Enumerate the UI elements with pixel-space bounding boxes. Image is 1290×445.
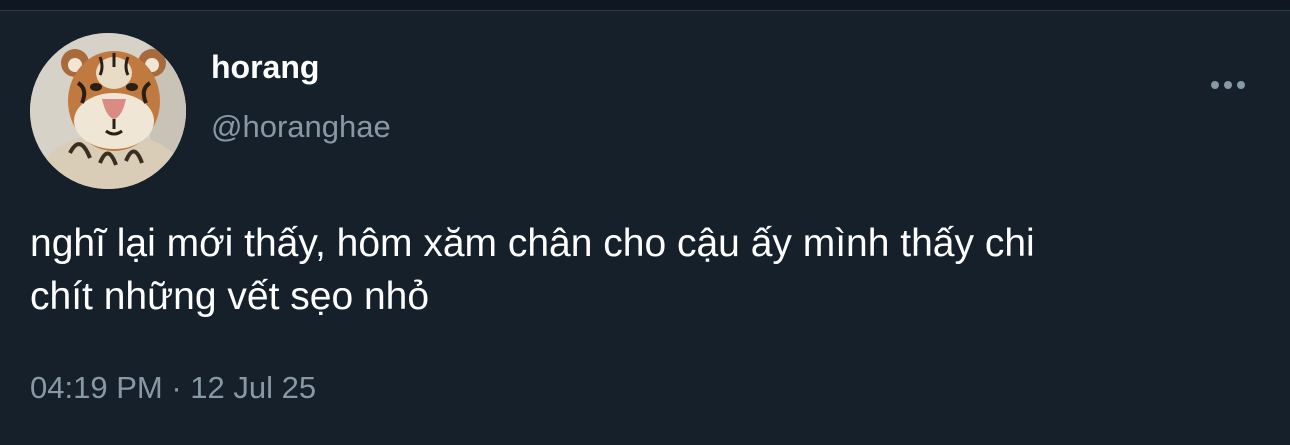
more-options-icon: [1211, 81, 1219, 89]
tweet-date: 12 Jul 25: [190, 370, 317, 405]
username-handle[interactable]: @horanghae: [211, 109, 391, 145]
display-name[interactable]: horang: [211, 49, 319, 85]
tweet-text-line: chít những vết sẹo nhỏ: [30, 275, 430, 318]
more-options-dot: [1224, 81, 1232, 89]
tweet-time: 04:19 PM: [30, 370, 163, 405]
avatar[interactable]: [30, 33, 186, 189]
top-divider: [0, 0, 1290, 11]
tweet-text: nghĩ lại mới thấy, hôm xăm chân cho cậu …: [30, 217, 1260, 323]
tweet-timestamp[interactable]: 04:19 PM · 12 Jul 25: [30, 370, 316, 406]
tweet-text-line: nghĩ lại mới thấy, hôm xăm chân cho cậu …: [30, 222, 1035, 265]
tiger-avatar-icon: [30, 33, 186, 189]
tweet-card: horang @horanghae nghĩ lại mới thấy, hôm…: [0, 11, 1290, 445]
more-options-button[interactable]: [1196, 69, 1260, 101]
timestamp-separator: ·: [171, 370, 182, 405]
more-options-dot: [1237, 81, 1245, 89]
